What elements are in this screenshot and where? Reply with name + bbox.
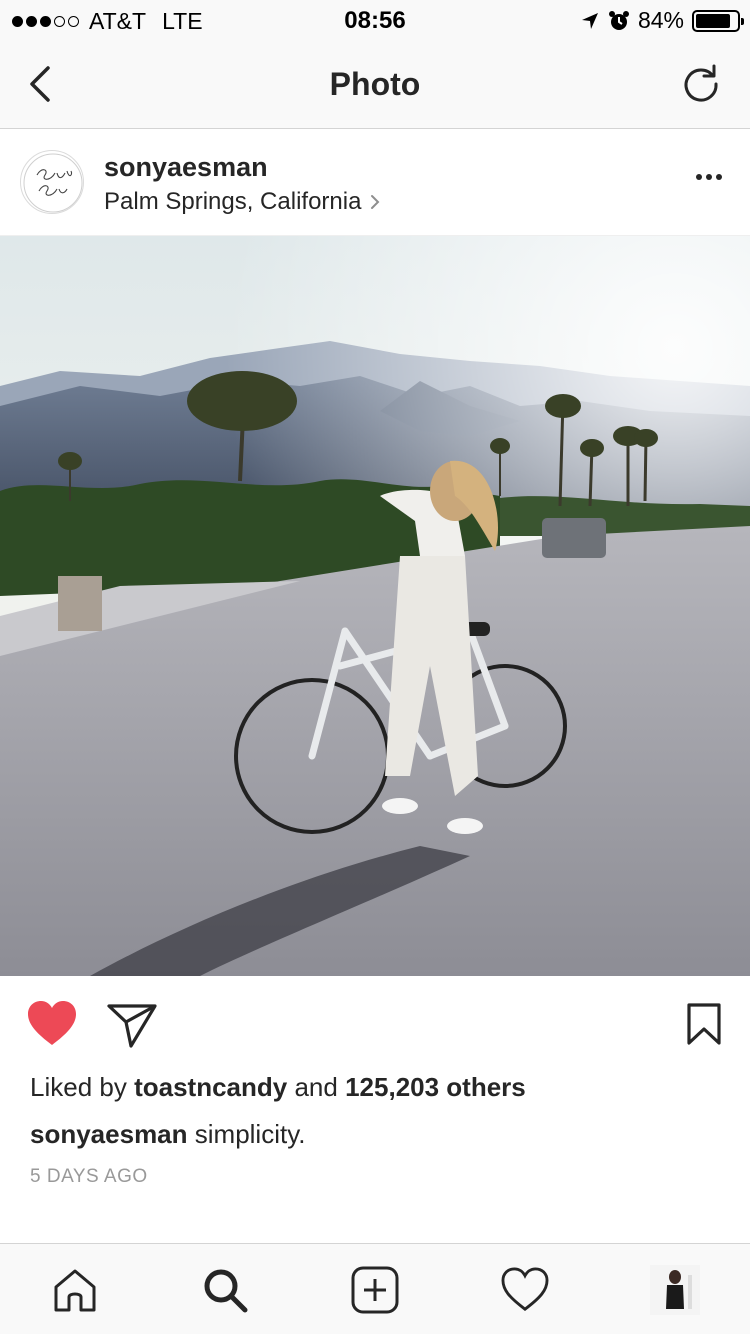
- post-caption: sonyaesman simplicity.: [30, 1119, 306, 1150]
- avatar[interactable]: [20, 150, 84, 214]
- bookmark-icon: [687, 1003, 721, 1045]
- profile-avatar: [650, 1265, 700, 1315]
- post-photo[interactable]: [0, 236, 750, 976]
- like-button[interactable]: [26, 1000, 78, 1048]
- post-timestamp: 5 DAYS AGO: [30, 1166, 148, 1187]
- battery-percent: 84%: [637, 7, 684, 33]
- battery-icon: [692, 9, 744, 32]
- search-icon: [204, 1269, 248, 1313]
- tab-add-post[interactable]: [349, 1264, 401, 1316]
- location-label: Palm Springs, California: [104, 188, 362, 215]
- paper-plane-icon: [107, 1004, 157, 1048]
- tab-search[interactable]: [199, 1264, 251, 1316]
- nav-bar: Photo: [0, 40, 750, 129]
- likes-summary[interactable]: Liked by toastncandy and 125,203 others: [30, 1072, 526, 1103]
- liked-by-username[interactable]: toastncandy: [134, 1072, 287, 1102]
- save-button[interactable]: [686, 1002, 722, 1046]
- status-right: 84%: [580, 7, 744, 34]
- tab-home[interactable]: [49, 1264, 101, 1316]
- caption-username[interactable]: sonyaesman: [30, 1119, 188, 1149]
- refresh-icon: [684, 64, 718, 102]
- signature-logo-icon: [23, 153, 83, 213]
- photo-image: [0, 236, 750, 976]
- tab-activity[interactable]: [499, 1264, 551, 1316]
- more-options-button[interactable]: [696, 174, 722, 180]
- home-icon: [54, 1269, 96, 1312]
- page-title: Photo: [329, 66, 421, 102]
- share-button[interactable]: [106, 1002, 158, 1048]
- add-post-icon: [351, 1266, 399, 1314]
- post-location[interactable]: Palm Springs, California: [104, 188, 381, 216]
- alarm-clock-icon: [608, 10, 629, 30]
- caption-text: simplicity.: [194, 1119, 306, 1149]
- refresh-button[interactable]: [680, 62, 722, 104]
- tab-bar: [0, 1243, 750, 1334]
- likes-count[interactable]: 125,203 others: [345, 1072, 526, 1102]
- likes-connector: and: [294, 1072, 338, 1102]
- activity-heart-icon: [501, 1267, 549, 1311]
- location-arrow-icon: [581, 12, 598, 29]
- likes-prefix: Liked by: [30, 1072, 127, 1102]
- post-username[interactable]: sonyaesman: [104, 152, 268, 183]
- status-bar: AT&T LTE 08:56 84%: [0, 0, 750, 40]
- tab-profile[interactable]: [649, 1264, 701, 1316]
- post-header: sonyaesman Palm Springs, California: [0, 130, 750, 236]
- post-actions: [0, 976, 750, 1068]
- heart-filled-icon: [28, 1001, 76, 1045]
- chevron-right-icon: [371, 195, 380, 209]
- more-dots-icon: [696, 174, 702, 180]
